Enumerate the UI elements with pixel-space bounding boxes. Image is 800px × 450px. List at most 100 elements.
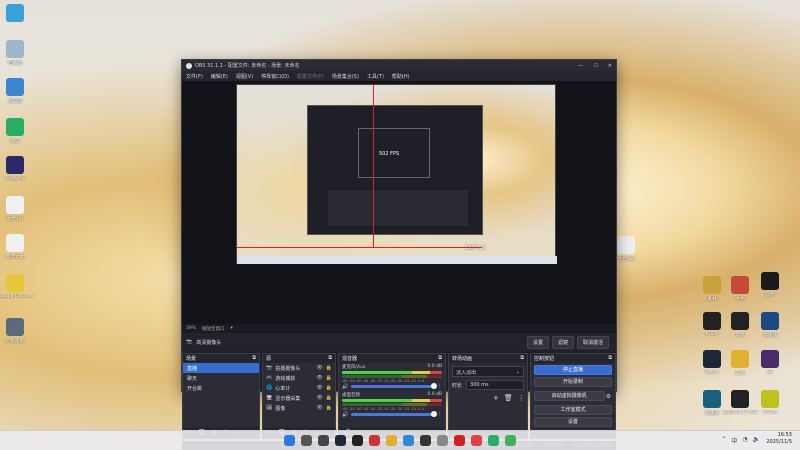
studio-mode-button[interactable]: 工作室模式 <box>534 405 612 415</box>
menu-item[interactable]: 场景集合(S) <box>332 73 359 80</box>
network-icon[interactable]: ◔ <box>742 436 747 445</box>
duration-input[interactable]: 300 ms <box>466 380 524 390</box>
app-icon <box>6 274 24 292</box>
eye-icon[interactable]: 👁 <box>316 365 322 371</box>
app-icon <box>6 40 24 58</box>
clock[interactable]: 16:53 2025/11/5 <box>766 432 792 446</box>
app-gray-icon[interactable] <box>437 435 448 446</box>
desktop-icon[interactable]: 文档.txt <box>0 196 35 222</box>
desktop-icon[interactable]: SE <box>750 350 790 375</box>
scene-item[interactable]: 直播 <box>183 363 259 373</box>
volume-icon[interactable]: 🔈 <box>753 436 760 445</box>
search-icon[interactable] <box>301 435 312 446</box>
stop-stream-button[interactable]: 停止直播 <box>534 365 612 375</box>
volume-slider[interactable] <box>351 383 437 389</box>
preview-area[interactable]: 502 FPS 1247 px <box>182 81 616 324</box>
task-view-icon[interactable] <box>318 435 329 446</box>
speaker-icon[interactable]: 🔊 <box>342 384 348 390</box>
steam-icon[interactable] <box>335 435 346 446</box>
eye-icon[interactable]: 👁 <box>316 395 322 401</box>
source-item[interactable]: 🌐 心率计 👁 🔒 <box>263 383 335 393</box>
menu-item[interactable]: 文件(F) <box>186 73 203 80</box>
maximize-icon[interactable]: ☐ <box>593 63 597 69</box>
desktop-icon[interactable]: SCUM <box>750 390 790 415</box>
explorer-icon[interactable] <box>386 435 397 446</box>
dock-menu-icon[interactable]: ⧉ <box>328 355 332 362</box>
app-red-icon[interactable] <box>369 435 380 446</box>
properties-button[interactable]: 设置 <box>526 335 549 349</box>
desktop-icon[interactable]: 回收站 <box>0 40 35 66</box>
eye-icon[interactable]: 👁 <box>316 385 322 391</box>
size-readout: 1247 px <box>465 245 486 251</box>
deactivate-button[interactable]: 取消激活 <box>576 335 609 349</box>
app-green-icon[interactable] <box>505 435 516 446</box>
preview-canvas[interactable]: 502 FPS 1247 px <box>236 84 557 264</box>
desktop-icon[interactable]: Google Chrome <box>0 274 35 299</box>
more-icon[interactable]: ⋮ <box>438 412 443 417</box>
nested-obs-preview-2: 502 FPS <box>358 128 430 178</box>
eye-icon[interactable]: 👁 <box>316 375 322 381</box>
obs2-icon[interactable] <box>420 435 431 446</box>
dock-menu-icon[interactable]: ⧉ <box>608 355 612 362</box>
app-red2-icon[interactable] <box>471 435 482 446</box>
wechat-icon[interactable] <box>488 435 499 446</box>
close-icon[interactable]: ✕ <box>608 63 612 69</box>
chevron-down-icon[interactable]: ▾ <box>231 326 233 331</box>
lock-icon[interactable]: 🔒 <box>326 365 332 371</box>
desktop-icon[interactable]: 控制面板 <box>0 318 35 344</box>
scene-item[interactable]: 聊天 <box>183 373 259 383</box>
desktop-icon[interactable]: 加速器 <box>750 312 790 338</box>
transition-select[interactable]: 淡入淡出 ⌄ <box>452 366 524 377</box>
desktop-icon[interactable]: 微信 <box>0 118 35 144</box>
ime-indicator[interactable]: 中 <box>731 436 737 445</box>
more-icon[interactable]: ⋮ <box>518 394 525 402</box>
scene-item[interactable]: 开台跳 <box>183 383 259 393</box>
lock-icon[interactable]: 🔒 <box>326 395 332 401</box>
virtual-camera-button[interactable]: 启动虚拟摄像机 <box>534 391 605 401</box>
source-item[interactable]: 📷 拍摄摄像头 👁 🔒 <box>263 363 335 373</box>
source-list: 📷 拍摄摄像头 👁 🔒 🎮 游戏捕获 👁 🔒 🌐 心率计 👁 🔒 🖥 显示器采集 👁 🔒 🖼 图像 👁 🔒 <box>263 363 335 413</box>
menu-item[interactable]: 工具(T) <box>367 73 384 80</box>
gear-icon[interactable]: ⚙ <box>606 393 611 400</box>
dock-menu-icon[interactable]: ⧉ <box>252 355 256 362</box>
netease-icon[interactable] <box>454 435 465 446</box>
desktop-icon[interactable]: 软件 <box>750 272 790 298</box>
menu-item[interactable]: 停靠窗口(D) <box>261 73 289 80</box>
lock-icon[interactable]: 🔒 <box>326 405 332 411</box>
more-icon[interactable]: ⋮ <box>438 384 443 389</box>
trash-icon[interactable]: 🗑 <box>504 394 513 402</box>
volume-slider[interactable] <box>351 411 437 417</box>
obs-icon[interactable] <box>352 435 363 446</box>
desktop-icon[interactable]: Audacity <box>0 156 35 181</box>
start-recording-button[interactable]: 开始录制 <box>534 377 612 387</box>
desktop-icon[interactable]: 此电脑 <box>0 78 35 104</box>
chevron-up-icon[interactable]: ⌃ <box>721 436 726 445</box>
source-item[interactable]: 🖥 显示器采集 👁 🔒 <box>263 393 335 403</box>
canvas-taskbar <box>237 256 557 264</box>
add-icon[interactable]: + <box>493 394 499 402</box>
source-item[interactable]: 🖼 图像 👁 🔒 <box>263 403 335 413</box>
source-item[interactable]: 🎮 游戏捕获 👁 🔒 <box>263 373 335 383</box>
dock-menu-icon[interactable]: ⧉ <box>438 355 442 362</box>
lock-icon[interactable]: 🔒 <box>326 375 332 381</box>
app-icon <box>6 196 24 214</box>
settings-button[interactable]: 设置 <box>534 417 612 427</box>
speaker-icon[interactable]: 🔊 <box>342 412 348 418</box>
desktop-icon[interactable]: 新建文本 <box>0 234 35 260</box>
eye-icon[interactable]: 👁 <box>316 405 322 411</box>
dock-menu-icon[interactable]: ⧉ <box>520 355 524 362</box>
start-icon[interactable] <box>284 435 295 446</box>
lock-icon[interactable]: 🔒 <box>326 385 332 391</box>
menu-bar: 文件(F) 编辑(E) 视图(V) 停靠窗口(D) 配置文件(P) 场景集合(S) 工具(T… <box>182 71 616 81</box>
menu-item[interactable]: 编辑(E) <box>211 73 228 80</box>
filters-button[interactable]: 滤镜 <box>551 335 574 349</box>
desktop-icon[interactable] <box>0 4 35 24</box>
menu-item[interactable]: 配置文件(P) <box>297 73 324 80</box>
zoom-mode[interactable]: 缩放至窗口 <box>202 326 225 332</box>
menu-item[interactable]: 视图(V) <box>236 73 253 80</box>
mixer-title: 混音器 <box>342 356 358 362</box>
channel-name: 桌面音频 <box>342 393 360 398</box>
edge-icon[interactable] <box>403 435 414 446</box>
menu-item[interactable]: 帮助(H) <box>392 73 410 80</box>
minimize-icon[interactable]: — <box>578 63 583 69</box>
